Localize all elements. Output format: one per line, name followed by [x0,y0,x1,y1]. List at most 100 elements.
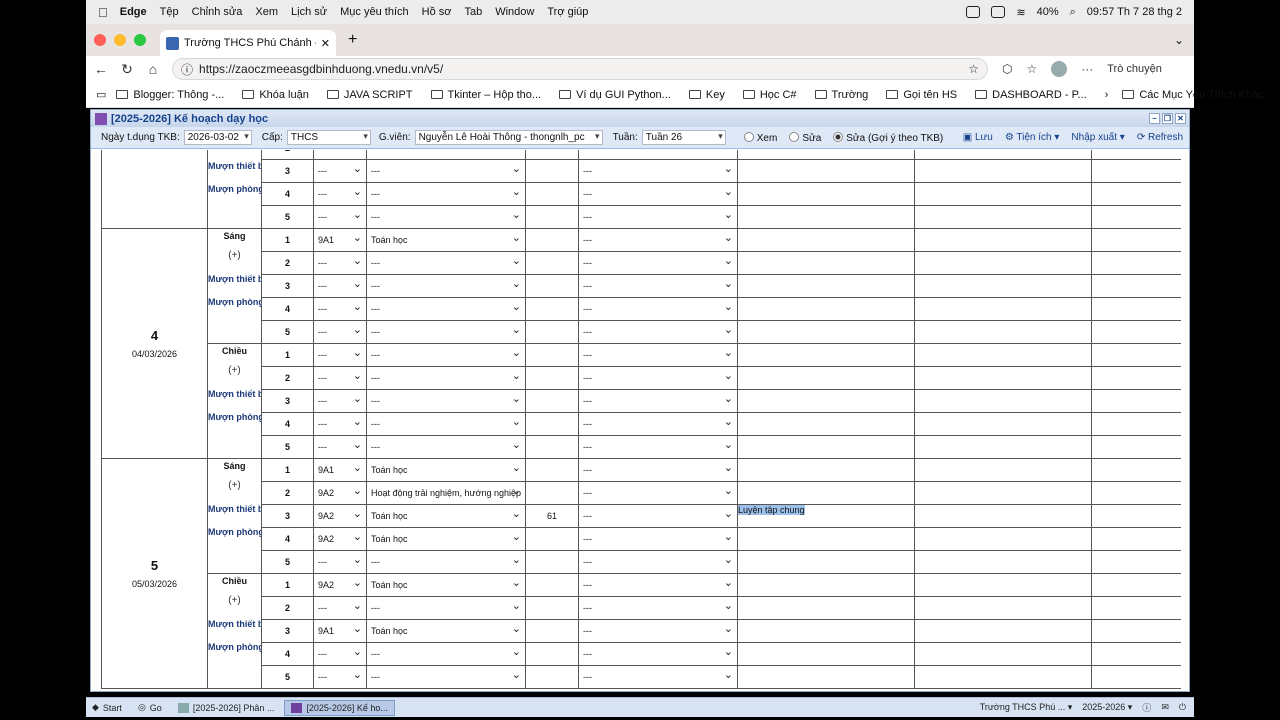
other-bookmarks[interactable]: Các Mục Yêu Thích Khác [1139,89,1263,101]
url-field[interactable]: ⓘ https://zaoczmeeasgdbinhduong.vnedu.vn… [172,58,988,80]
radio-icon[interactable] [743,131,754,142]
class-select[interactable]: --- [315,599,366,613]
topic-select[interactable]: --- [580,622,737,636]
bookmark-item[interactable]: DASHBOARD - P... [975,89,1087,101]
content-cell[interactable] [737,297,915,321]
equipment-cell[interactable] [1091,343,1181,367]
class-cell[interactable]: --- [313,251,367,275]
subject-cell[interactable]: --- [366,642,526,666]
equipment-cell[interactable] [1091,320,1181,344]
favorites-icon[interactable]: ☆ [1026,62,1037,76]
content-cell[interactable] [737,412,915,436]
class-select[interactable]: --- [315,323,366,337]
lesson-number[interactable] [525,159,579,183]
lesson-number[interactable] [525,550,579,574]
lesson-number[interactable] [525,596,579,620]
class-cell[interactable]: 9A1 [313,619,367,643]
browser-tab[interactable]: Trường THCS Phú Chánh - TP. H ✕ [160,30,336,56]
profile-avatar[interactable] [1051,61,1068,77]
subject-select[interactable]: --- [368,254,525,268]
subject-cell[interactable]: --- [366,366,526,390]
note-cell[interactable] [914,297,1092,321]
class-cell[interactable]: 9A2 [313,573,367,597]
class-select[interactable]: 9A1 [315,231,366,245]
class-select[interactable]: --- [315,277,366,291]
menu-item[interactable]: Tab [464,6,482,18]
lesson-number[interactable] [525,182,579,206]
menu-item[interactable]: Hồ sơ [422,6,452,18]
subject-select[interactable]: Toán học [368,622,525,636]
subject-select[interactable]: --- [368,277,525,291]
topic-select[interactable]: --- [580,576,737,590]
class-cell[interactable]: --- [313,389,367,413]
topic-cell[interactable]: --- [578,435,738,459]
equipment-cell[interactable] [1091,481,1181,505]
home-icon[interactable]: ⌂ [140,61,166,77]
lesson-number[interactable] [525,665,579,689]
topic-select[interactable]: --- [580,231,737,245]
bookmark-item[interactable]: Khóa luận [242,89,309,101]
class-cell[interactable]: 9A1 [313,228,367,252]
subject-cell[interactable]: --- [366,150,526,160]
subject-cell[interactable]: Toán học [366,504,526,528]
topic-select[interactable]: --- [580,530,737,544]
more-icon[interactable]: ··· [1081,62,1093,76]
equipment-cell[interactable] [1091,596,1181,620]
note-cell[interactable] [914,182,1092,206]
note-cell[interactable] [914,389,1092,413]
topic-select[interactable]: --- [580,392,737,406]
subject-cell[interactable]: --- [366,205,526,229]
class-cell[interactable]: --- [313,205,367,229]
radio-edit-suggest[interactable]: Sửa (Gợi ý theo TKB) [833,131,943,144]
note-cell[interactable] [914,366,1092,390]
class-select[interactable]: --- [315,438,366,452]
zoom-window-button[interactable] [134,34,146,46]
class-cell[interactable]: --- [313,550,367,574]
topic-cell[interactable]: --- [578,159,738,183]
minimize-icon[interactable]: – [1149,113,1160,124]
topic-cell[interactable]: --- [578,573,738,597]
content-cell[interactable] [737,550,915,574]
topic-cell[interactable]: --- [578,205,738,229]
lesson-number[interactable] [525,619,579,643]
topic-cell[interactable]: --- [578,150,738,160]
equipment-cell[interactable] [1091,573,1181,597]
class-cell[interactable]: 9A2 [313,527,367,551]
menu-item[interactable]: Xem [255,6,278,18]
content-cell[interactable] [737,159,915,183]
add-row-button[interactable]: (+) [209,480,261,491]
topic-cell[interactable]: --- [578,251,738,275]
menu-item[interactable]: Lịch sử [291,6,327,18]
subject-select[interactable]: --- [368,346,525,360]
topic-select[interactable]: --- [580,185,737,199]
radio-edit[interactable]: Sửa [789,131,821,144]
class-cell[interactable]: --- [313,182,367,206]
subject-select[interactable]: --- [368,162,525,176]
lesson-number[interactable] [525,642,579,666]
class-select[interactable]: --- [315,553,366,567]
subject-select[interactable]: --- [368,185,525,199]
content-cell[interactable] [737,458,915,482]
save-button[interactable]: ▣ Lưu [963,132,993,143]
subject-select[interactable]: Toán học [368,576,525,590]
class-select[interactable]: --- [315,185,366,199]
subject-select[interactable]: Toán học [368,461,525,475]
note-cell[interactable] [914,412,1092,436]
topic-select[interactable]: --- [580,484,737,498]
topic-cell[interactable]: --- [578,412,738,436]
content-cell[interactable] [737,205,915,229]
content-cell[interactable] [737,366,915,390]
borrow-room-link[interactable]: Mượn phòng [209,413,261,422]
content-cell[interactable] [737,320,915,344]
topic-cell[interactable]: --- [578,274,738,298]
borrow-device-link[interactable]: Mượn thiết bị [209,390,261,399]
class-cell[interactable]: --- [313,274,367,298]
class-select[interactable]: --- [315,346,366,360]
note-cell[interactable] [914,527,1092,551]
back-icon[interactable]: ← [88,61,114,77]
status-icon[interactable] [991,6,1006,18]
content-cell[interactable] [737,642,915,666]
add-row-button[interactable]: (+) [209,595,261,606]
note-cell[interactable] [914,458,1092,482]
week-select[interactable]: Tuần 26 [641,130,726,145]
